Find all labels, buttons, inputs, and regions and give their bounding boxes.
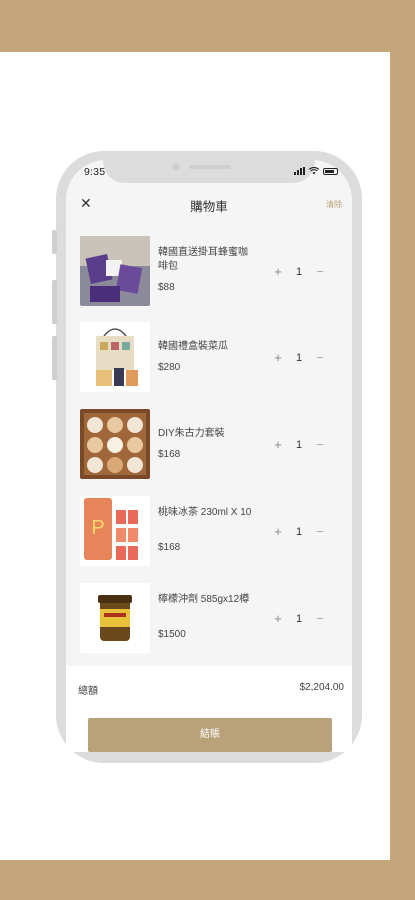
decrease-button[interactable]: − bbox=[310, 437, 330, 452]
total-value: $2,204.00 bbox=[299, 682, 345, 693]
quantity-stepper: + 1 − bbox=[268, 437, 330, 452]
item-price: $280 bbox=[158, 362, 181, 373]
product-image-peach-tea: P bbox=[80, 496, 150, 566]
item-name: 韓國禮盒裝菜瓜 bbox=[158, 341, 228, 352]
product-image-gift-box bbox=[80, 322, 150, 392]
item-name: 檸檬沖劑 585gx12樽 bbox=[158, 594, 250, 605]
svg-text:P: P bbox=[91, 517, 104, 539]
quantity-stepper: + 1 − bbox=[268, 264, 330, 279]
decrease-button[interactable]: − bbox=[310, 264, 330, 279]
cart-footer: 總額 $2,204.00 結賬 bbox=[66, 666, 352, 752]
camera-icon bbox=[172, 163, 180, 171]
product-image-chocolate-kit bbox=[80, 409, 150, 479]
quantity-stepper: + 1 − bbox=[268, 611, 330, 626]
quantity-value: 1 bbox=[295, 525, 303, 538]
quantity-value: 1 bbox=[295, 438, 303, 451]
quantity-value: 1 bbox=[295, 265, 303, 278]
cart-header: ✕ 購物車 清除 bbox=[66, 190, 352, 218]
quantity-stepper: + 1 − bbox=[268, 350, 330, 365]
status-icons bbox=[294, 167, 338, 175]
signal-icon bbox=[294, 167, 305, 175]
phone-side-button bbox=[52, 280, 57, 324]
decrease-button[interactable]: − bbox=[310, 350, 330, 365]
decrease-button[interactable]: − bbox=[310, 524, 330, 539]
wifi-icon bbox=[309, 167, 319, 175]
battery-icon bbox=[323, 167, 338, 175]
clear-cart-button[interactable]: 清除 bbox=[326, 199, 342, 210]
increase-button[interactable]: + bbox=[268, 437, 288, 452]
cart-item: 韓國禮盒裝菜瓜 $280 + 1 − bbox=[66, 322, 352, 402]
item-name: 桃味冰茶 230ml X 10 bbox=[158, 507, 252, 518]
checkout-button[interactable]: 結賬 bbox=[88, 718, 332, 752]
item-price: $168 bbox=[158, 542, 181, 553]
product-image-lemon-drink bbox=[80, 583, 150, 653]
item-name: 韓國直送掛耳蜂蜜咖啡包 bbox=[158, 247, 248, 272]
status-time: 9:35 bbox=[84, 166, 106, 178]
phone-side-button bbox=[52, 230, 57, 254]
total-label: 總額 bbox=[78, 686, 98, 697]
product-image-coffee bbox=[80, 236, 150, 306]
cart-item: DIY朱古力套裝 $168 + 1 − bbox=[66, 409, 352, 489]
cart-item: 檸檬沖劑 585gx12樽 $1500 + 1 − bbox=[66, 583, 352, 663]
decrease-button[interactable]: − bbox=[310, 611, 330, 626]
speaker-icon bbox=[189, 165, 231, 169]
cart-item: P 桃味冰茶 230ml X 10 $168 + 1 − bbox=[66, 496, 352, 576]
increase-button[interactable]: + bbox=[268, 611, 288, 626]
cart-item: 韓國直送掛耳蜂蜜咖啡包 $88 + 1 − bbox=[66, 236, 352, 316]
item-price: $88 bbox=[158, 282, 175, 293]
quantity-value: 1 bbox=[295, 612, 303, 625]
phone-side-button bbox=[52, 336, 57, 380]
page-title: 購物車 bbox=[190, 200, 228, 214]
quantity-stepper: + 1 − bbox=[268, 524, 330, 539]
item-price: $168 bbox=[158, 449, 181, 460]
item-name: DIY朱古力套裝 bbox=[158, 428, 225, 439]
increase-button[interactable]: + bbox=[268, 524, 288, 539]
item-price: $1500 bbox=[158, 629, 186, 640]
increase-button[interactable]: + bbox=[268, 350, 288, 365]
increase-button[interactable]: + bbox=[268, 264, 288, 279]
quantity-value: 1 bbox=[295, 351, 303, 364]
